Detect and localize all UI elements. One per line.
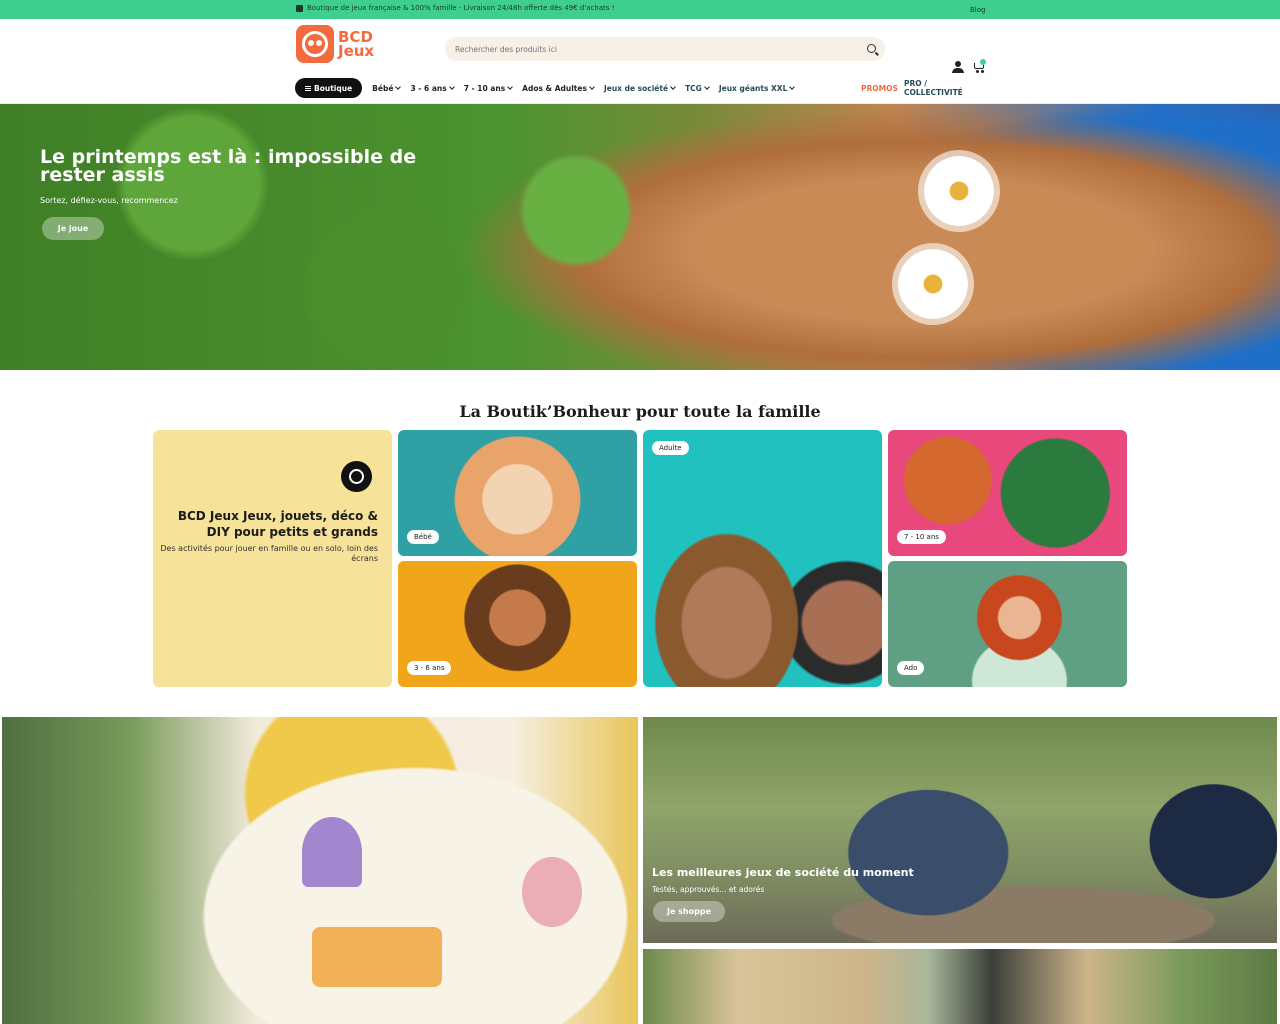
promo-cta-button[interactable]: Je shoppe [653, 901, 725, 922]
nav-label: TCG [685, 83, 702, 93]
logo-line-2: Jeux [338, 42, 375, 60]
chevron-down-icon [704, 83, 710, 90]
boutique-label: Boutique [314, 83, 353, 93]
nav-item-jeux-de-societe[interactable]: Jeux de société [603, 83, 676, 93]
promo-image-garden[interactable] [643, 949, 1277, 1024]
intro-title: BCD Jeux Jeux, jouets, déco & DIY pour p… [177, 509, 378, 539]
nav-item-3-6-ans[interactable]: 3 - 6 ans [410, 83, 455, 93]
category-label: Adulte [652, 441, 689, 455]
nav-label: Jeux de société [603, 83, 669, 93]
hero-cta-button[interactable]: Je joue [42, 217, 104, 240]
search-bar [445, 37, 885, 62]
category-card-adulte[interactable]: Adulte [643, 430, 882, 687]
category-label: Ado [897, 661, 925, 675]
site-header: BCD Jeux Boutique Bébé 3 - 6 ans 7 - 10 … [0, 19, 1280, 104]
category-card-7-10-ans[interactable]: 7 - 10 ans [888, 430, 1127, 556]
logo[interactable]: BCD Jeux [296, 25, 374, 63]
section-title: La Boutik’Bonheur pour toute la famille [459, 402, 821, 421]
nav-item-tcg[interactable]: TCG [685, 83, 710, 93]
chevron-down-icon [589, 83, 595, 90]
blog-link[interactable]: Blog [970, 6, 985, 14]
gift-icon [296, 4, 303, 12]
main-navigation: Boutique Bébé 3 - 6 ans 7 - 10 ans Ados … [295, 78, 985, 98]
category-label: 7 - 10 ans [897, 530, 946, 544]
nav-label: Ados & Adultes [522, 83, 587, 93]
owl-logo-icon [296, 25, 334, 63]
nav-label: 3 - 6 ans [410, 83, 447, 93]
category-card-ado[interactable]: Ado [888, 561, 1127, 687]
nav-label: Jeux géants XXL [718, 83, 788, 93]
user-account-icon[interactable] [952, 61, 964, 73]
search-input[interactable] [445, 37, 845, 62]
category-card-3-6-ans[interactable]: 3 - 6 ans [398, 561, 637, 687]
boutique-menu-button[interactable]: Boutique [295, 78, 363, 98]
menu-icon [305, 85, 311, 91]
intro-subtitle: Des activités pour jouer en famille ou e… [160, 544, 378, 563]
hero-title: Le printemps est là : impossible de rest… [40, 146, 417, 186]
category-label: Bébé [407, 530, 439, 544]
chevron-down-icon [670, 83, 676, 90]
nav-item-promos[interactable]: PROMOS [861, 84, 898, 93]
cart-badge [980, 59, 986, 65]
promo-board-games[interactable]: Les meilleures jeux de société du moment… [643, 717, 1277, 943]
nav-item-pro-collectivite[interactable]: PRO / COLLECTIVITÉ [904, 79, 985, 97]
nav-item-jeux-geants-xxl[interactable]: Jeux géants XXL [718, 83, 796, 93]
chevron-down-icon [448, 83, 455, 90]
tent-decoration [522, 857, 582, 927]
search-icon[interactable] [867, 44, 876, 53]
promo-image-play-tent[interactable] [2, 717, 638, 1024]
chevron-down-icon [507, 83, 513, 90]
tent-decoration [312, 927, 442, 987]
nav-label: 7 - 10 ans [463, 83, 506, 93]
promo-subtitle: Testés, approuvés... et adorés [652, 885, 765, 894]
category-label: 3 - 6 ans [407, 661, 452, 675]
nav-item-bebe[interactable]: Bébé [372, 83, 402, 93]
announcement: Boutique de jeux française & 100% famill… [296, 4, 615, 12]
daisy-image [898, 249, 968, 319]
announcement-text: Boutique de jeux française & 100% famill… [307, 4, 615, 12]
nav-item-7-10-ans[interactable]: 7 - 10 ans [463, 83, 513, 93]
chevron-down-icon [789, 83, 796, 90]
nav-item-ados-adultes[interactable]: Ados & Adultes [522, 83, 595, 93]
logo-text: BCD Jeux [338, 30, 375, 60]
top-announcement-bar: Boutique de jeux française & 100% famill… [0, 0, 1280, 19]
owl-badge-icon [341, 461, 372, 492]
tent-decoration [302, 817, 362, 887]
nav-label: Bébé [372, 83, 394, 93]
intro-card: BCD Jeux Jeux, jouets, déco & DIY pour p… [153, 430, 392, 687]
category-card-bebe[interactable]: Bébé [398, 430, 637, 556]
daisy-image [924, 156, 994, 226]
hero-banner[interactable]: Le printemps est là : impossible de rest… [0, 104, 1280, 370]
chevron-down-icon [395, 83, 402, 90]
promo-title: Les meilleures jeux de société du moment [652, 866, 914, 879]
hero-subtitle: Sortez, défiez-vous, recommencez [40, 196, 178, 205]
